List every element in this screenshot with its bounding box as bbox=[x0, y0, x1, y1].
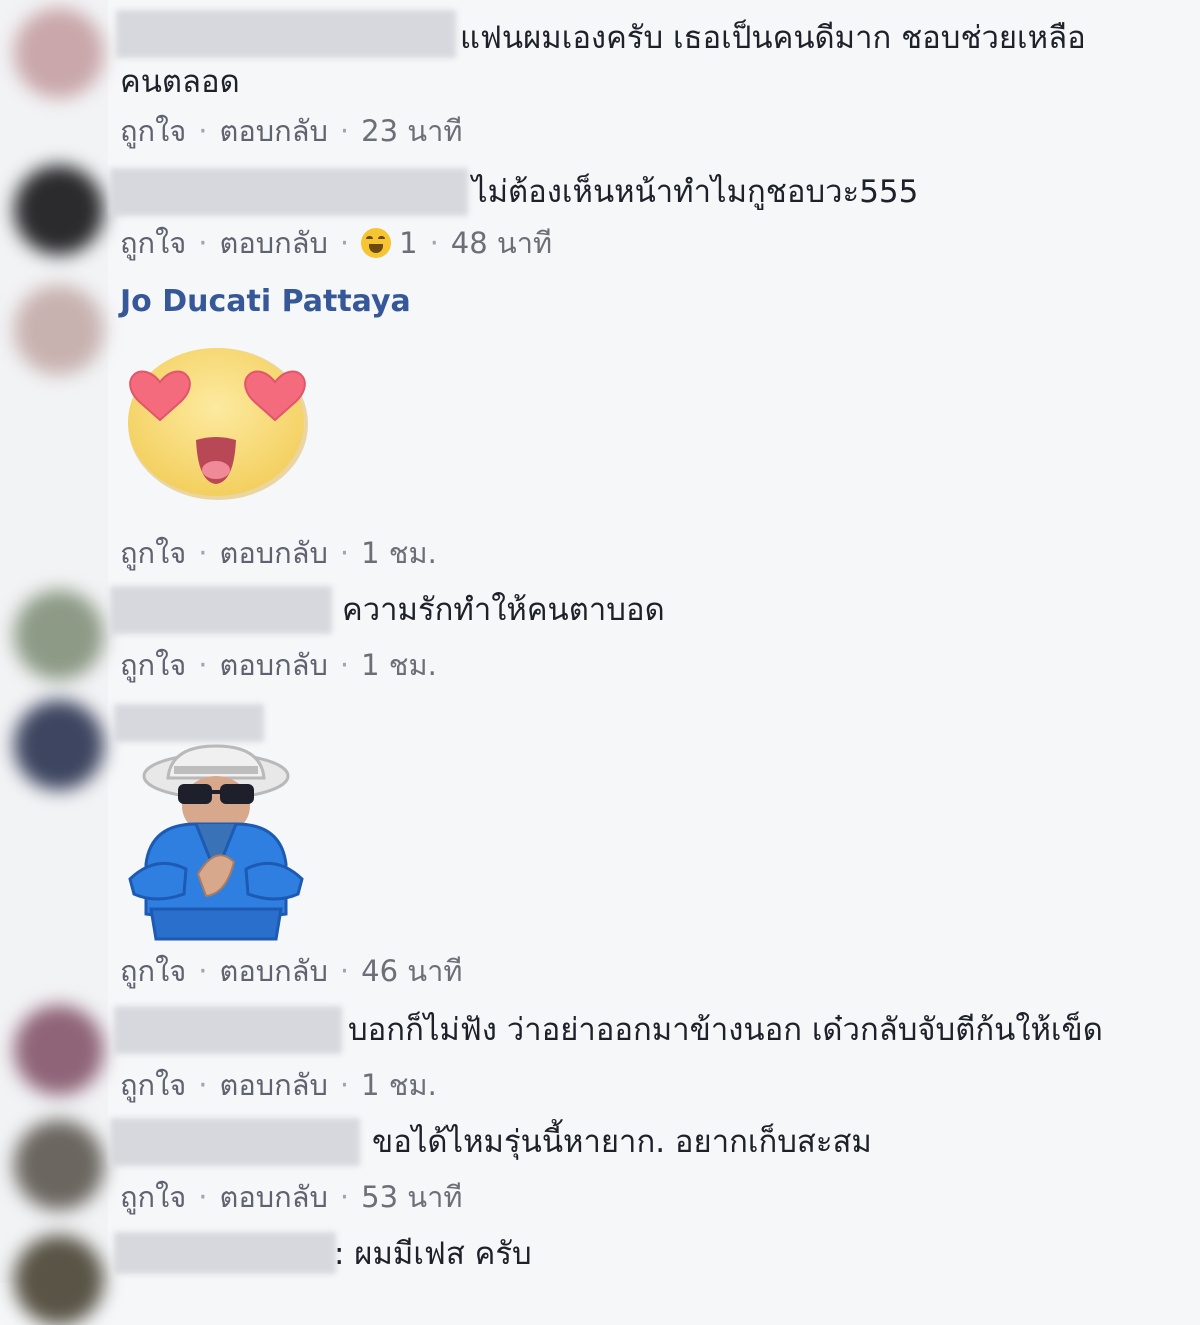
reply-link[interactable]: ตอบกลับ bbox=[220, 530, 328, 576]
separator-dot: · bbox=[339, 648, 350, 682]
like-link[interactable]: ถูกใจ bbox=[120, 1174, 186, 1220]
separator-dot: · bbox=[339, 536, 350, 570]
commenter-name-blurred[interactable] bbox=[110, 1118, 360, 1166]
avatar[interactable] bbox=[14, 285, 104, 375]
avatar[interactable] bbox=[14, 1235, 104, 1325]
reply-link[interactable]: ตอบกลับ bbox=[220, 642, 328, 688]
timestamp[interactable]: 1 ชม. bbox=[361, 642, 437, 688]
separator-dot: · bbox=[339, 226, 350, 260]
comment-actions: ถูกใจ · ตอบกลับ · 23 นาที bbox=[120, 108, 462, 154]
comment-text: : ผมมีเฟส ครับ bbox=[334, 1236, 532, 1272]
timestamp[interactable]: 46 นาที bbox=[361, 948, 462, 994]
like-link[interactable]: ถูกใจ bbox=[120, 948, 186, 994]
timestamp[interactable]: 48 นาที bbox=[451, 220, 552, 266]
reply-link[interactable]: ตอบกลับ bbox=[220, 108, 328, 154]
separator-dot: · bbox=[339, 954, 350, 988]
commenter-name-blurred[interactable] bbox=[110, 586, 332, 634]
separator-dot: · bbox=[198, 648, 208, 682]
separator-dot: · bbox=[339, 114, 350, 148]
separator-dot: · bbox=[339, 1180, 350, 1214]
commenter-name-blurred[interactable] bbox=[114, 1006, 342, 1054]
comment-actions: ถูกใจ · ตอบกลับ · 1 ชม. bbox=[120, 530, 437, 576]
like-link[interactable]: ถูกใจ bbox=[120, 108, 186, 154]
like-link[interactable]: ถูกใจ bbox=[120, 220, 186, 266]
timestamp[interactable]: 53 นาที bbox=[361, 1174, 462, 1220]
avatar[interactable] bbox=[14, 8, 104, 98]
comment-text: ไม่ต้องเห็นหน้าทำไมกูชอบวะ555 bbox=[472, 174, 919, 210]
commenter-name-blurred[interactable] bbox=[116, 10, 456, 58]
commenter-name[interactable]: Jo Ducati Pattaya bbox=[120, 284, 411, 319]
avatar-column bbox=[0, 0, 108, 1325]
avatar[interactable] bbox=[14, 1120, 104, 1210]
comment-text: บอกก็ไม่ฟัง ว่าอย่าออกมาข้างนอก เด๋วกลับ… bbox=[348, 1012, 1103, 1048]
reply-link[interactable]: ตอบกลับ bbox=[220, 220, 328, 266]
comment-actions: ถูกใจ · ตอบกลับ · 46 นาที bbox=[120, 948, 462, 994]
reaction-count[interactable]: 1 bbox=[399, 226, 417, 260]
avatar[interactable] bbox=[14, 1005, 104, 1095]
separator-dot: · bbox=[198, 536, 208, 570]
like-link[interactable]: ถูกใจ bbox=[120, 642, 186, 688]
separator-dot: · bbox=[198, 954, 208, 988]
commenter-name-blurred[interactable] bbox=[110, 168, 468, 216]
separator-dot: · bbox=[429, 226, 439, 260]
avatar[interactable] bbox=[14, 165, 104, 255]
like-link[interactable]: ถูกใจ bbox=[120, 1062, 186, 1108]
separator-dot: · bbox=[198, 226, 208, 260]
reply-link[interactable]: ตอบกลับ bbox=[220, 1174, 328, 1220]
heart-eyes-emoji-sticker bbox=[128, 348, 308, 500]
comment-text: แฟนผมเองครับ เธอเป็นคนดีมาก ชอบช่วยเหลือ bbox=[460, 20, 1086, 56]
reply-link[interactable]: ตอบกลับ bbox=[220, 1062, 328, 1108]
comment-actions: ถูกใจ · ตอบกลับ · 1 · 48 นาที bbox=[120, 220, 552, 266]
laughing-emoji-icon[interactable] bbox=[361, 228, 392, 258]
comment-actions: ถูกใจ · ตอบกลับ · 1 ชม. bbox=[120, 642, 437, 688]
comment-text: ความรักทำให้คนตาบอด bbox=[342, 592, 665, 628]
avatar[interactable] bbox=[14, 700, 104, 790]
comment-actions: ถูกใจ · ตอบกลับ · 1 ชม. bbox=[120, 1062, 437, 1108]
separator-dot: · bbox=[339, 1068, 350, 1102]
timestamp[interactable]: 23 นาที bbox=[361, 108, 462, 154]
comment-actions: ถูกใจ · ตอบกลับ · 53 นาที bbox=[120, 1174, 462, 1220]
timestamp[interactable]: 1 ชม. bbox=[361, 1062, 437, 1108]
commenter-name-blurred[interactable] bbox=[114, 1232, 336, 1274]
reply-link[interactable]: ตอบกลับ bbox=[220, 948, 328, 994]
like-link[interactable]: ถูกใจ bbox=[120, 530, 186, 576]
commenter-name-blurred[interactable] bbox=[114, 704, 264, 742]
avatar[interactable] bbox=[14, 590, 104, 680]
separator-dot: · bbox=[198, 114, 208, 148]
timestamp[interactable]: 1 ชม. bbox=[361, 530, 437, 576]
comment-text: ขอได้ไหมรุ่นนี้หายาก. อยากเก็บสะสม bbox=[372, 1124, 872, 1160]
comment-text-continued: คนตลอด bbox=[120, 64, 240, 100]
separator-dot: · bbox=[198, 1068, 208, 1102]
separator-dot: · bbox=[198, 1180, 208, 1214]
old-man-clapping-sticker bbox=[128, 744, 304, 941]
